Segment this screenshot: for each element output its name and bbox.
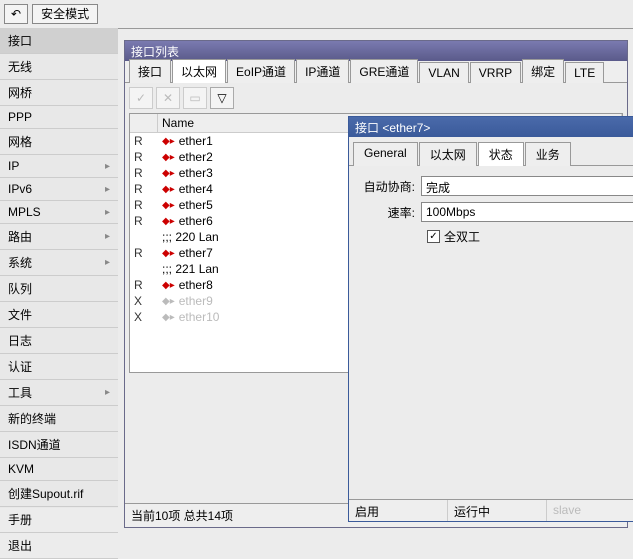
dialog-title: 接口 <ether7>	[355, 119, 430, 136]
tab-gre[interactable]: GRE通道	[350, 59, 418, 83]
sidebar-item-ipv6[interactable]: IPv6▸	[0, 178, 118, 201]
sidebar-item-isdn[interactable]: ISDN通道	[0, 432, 118, 458]
sidebar-item-tools[interactable]: 工具▸	[0, 380, 118, 406]
iflist-tabs: 接口 以太网 EoIP通道 IP通道 GRE通道 VLAN VRRP 绑定 LT…	[125, 61, 627, 83]
sidebar-item-ip[interactable]: IP▸	[0, 155, 118, 178]
sidebar-item-radius[interactable]: 认证	[0, 354, 118, 380]
undo-button[interactable]: ↶	[4, 4, 28, 24]
tab-vlan[interactable]: VLAN	[419, 62, 468, 83]
sidebar-item-kvm[interactable]: KVM	[0, 458, 118, 481]
status-slave: slave	[547, 500, 633, 521]
sidebar-item-terminal[interactable]: 新的终端	[0, 406, 118, 432]
window-title: 接口列表	[125, 41, 627, 61]
chevron-right-icon: ▸	[105, 161, 110, 172]
ethernet-icon: ◆▸	[162, 200, 175, 211]
ethernet-icon: ◆▸	[162, 296, 175, 307]
dlg-tab-status[interactable]: 状态	[478, 142, 524, 166]
sidebar-item-log[interactable]: 日志	[0, 328, 118, 354]
disable-button[interactable]: ✕	[156, 87, 180, 109]
sidebar: 接口 无线 网桥 PPP 网格 IP▸ IPv6▸ MPLS▸ 路由▸ 系统▸ …	[0, 28, 118, 508]
status-running: 运行中	[448, 500, 547, 521]
sidebar-item-supout[interactable]: 创建Supout.rif	[0, 481, 118, 507]
dlg-tab-traffic[interactable]: 业务	[525, 142, 571, 166]
tab-iptunnel[interactable]: IP通道	[296, 59, 349, 83]
col-flag[interactable]	[130, 114, 158, 132]
filter-button[interactable]: ▽	[210, 87, 234, 109]
sidebar-item-bridge[interactable]: 网桥	[0, 80, 118, 106]
sidebar-item-files[interactable]: 文件	[0, 302, 118, 328]
tab-vrrp[interactable]: VRRP	[470, 62, 521, 83]
ethernet-icon: ◆▸	[162, 216, 175, 227]
sidebar-item-mesh[interactable]: 网格	[0, 129, 118, 155]
auto-neg-field: 完成	[421, 176, 633, 196]
comment-button[interactable]: ▭	[183, 87, 207, 109]
interface-dialog: 接口 <ether7> ▭ ✕ General 以太网 状态 业务 自动协商: …	[348, 116, 633, 522]
sidebar-item-mpls[interactable]: MPLS▸	[0, 201, 118, 224]
sidebar-item-wireless[interactable]: 无线	[0, 54, 118, 80]
tab-ethernet[interactable]: 以太网	[172, 59, 226, 83]
ethernet-icon: ◆▸	[162, 248, 175, 259]
tab-interface[interactable]: 接口	[129, 59, 171, 83]
sidebar-item-ppp[interactable]: PPP	[0, 106, 118, 129]
sidebar-item-system[interactable]: 系统▸	[0, 250, 118, 276]
auto-neg-label: 自动协商:	[357, 178, 421, 195]
full-duplex-checkbox: ✓	[427, 230, 440, 243]
sidebar-item-manual[interactable]: 手册	[0, 507, 118, 533]
chevron-right-icon: ▸	[105, 184, 110, 195]
sidebar-item-exit[interactable]: 退出	[0, 533, 118, 559]
ethernet-icon: ◆▸	[162, 312, 175, 323]
sidebar-item-routing[interactable]: 路由▸	[0, 224, 118, 250]
chevron-right-icon: ▸	[105, 207, 110, 218]
safe-mode-button[interactable]: 安全模式	[32, 4, 98, 24]
full-duplex-label: 全双工	[444, 228, 480, 245]
rate-field: 100Mbps	[421, 202, 633, 222]
dlg-tab-ethernet[interactable]: 以太网	[419, 142, 477, 166]
sidebar-item-interface[interactable]: 接口	[0, 28, 118, 54]
ethernet-icon: ◆▸	[162, 184, 175, 195]
ethernet-icon: ◆▸	[162, 168, 175, 179]
tab-eoip[interactable]: EoIP通道	[227, 59, 295, 83]
ethernet-icon: ◆▸	[162, 152, 175, 163]
tab-lte[interactable]: LTE	[565, 62, 604, 83]
ethernet-icon: ◆▸	[162, 136, 175, 147]
status-enabled: 启用	[349, 500, 448, 521]
chevron-right-icon: ▸	[105, 257, 110, 268]
rate-label: 速率:	[357, 204, 421, 221]
enable-button[interactable]: ✓	[129, 87, 153, 109]
ethernet-icon: ◆▸	[162, 280, 175, 291]
tab-bonding[interactable]: 绑定	[522, 59, 564, 83]
chevron-right-icon: ▸	[105, 231, 110, 242]
dlg-tab-general[interactable]: General	[353, 142, 418, 166]
sidebar-item-queues[interactable]: 队列	[0, 276, 118, 302]
chevron-right-icon: ▸	[105, 387, 110, 398]
